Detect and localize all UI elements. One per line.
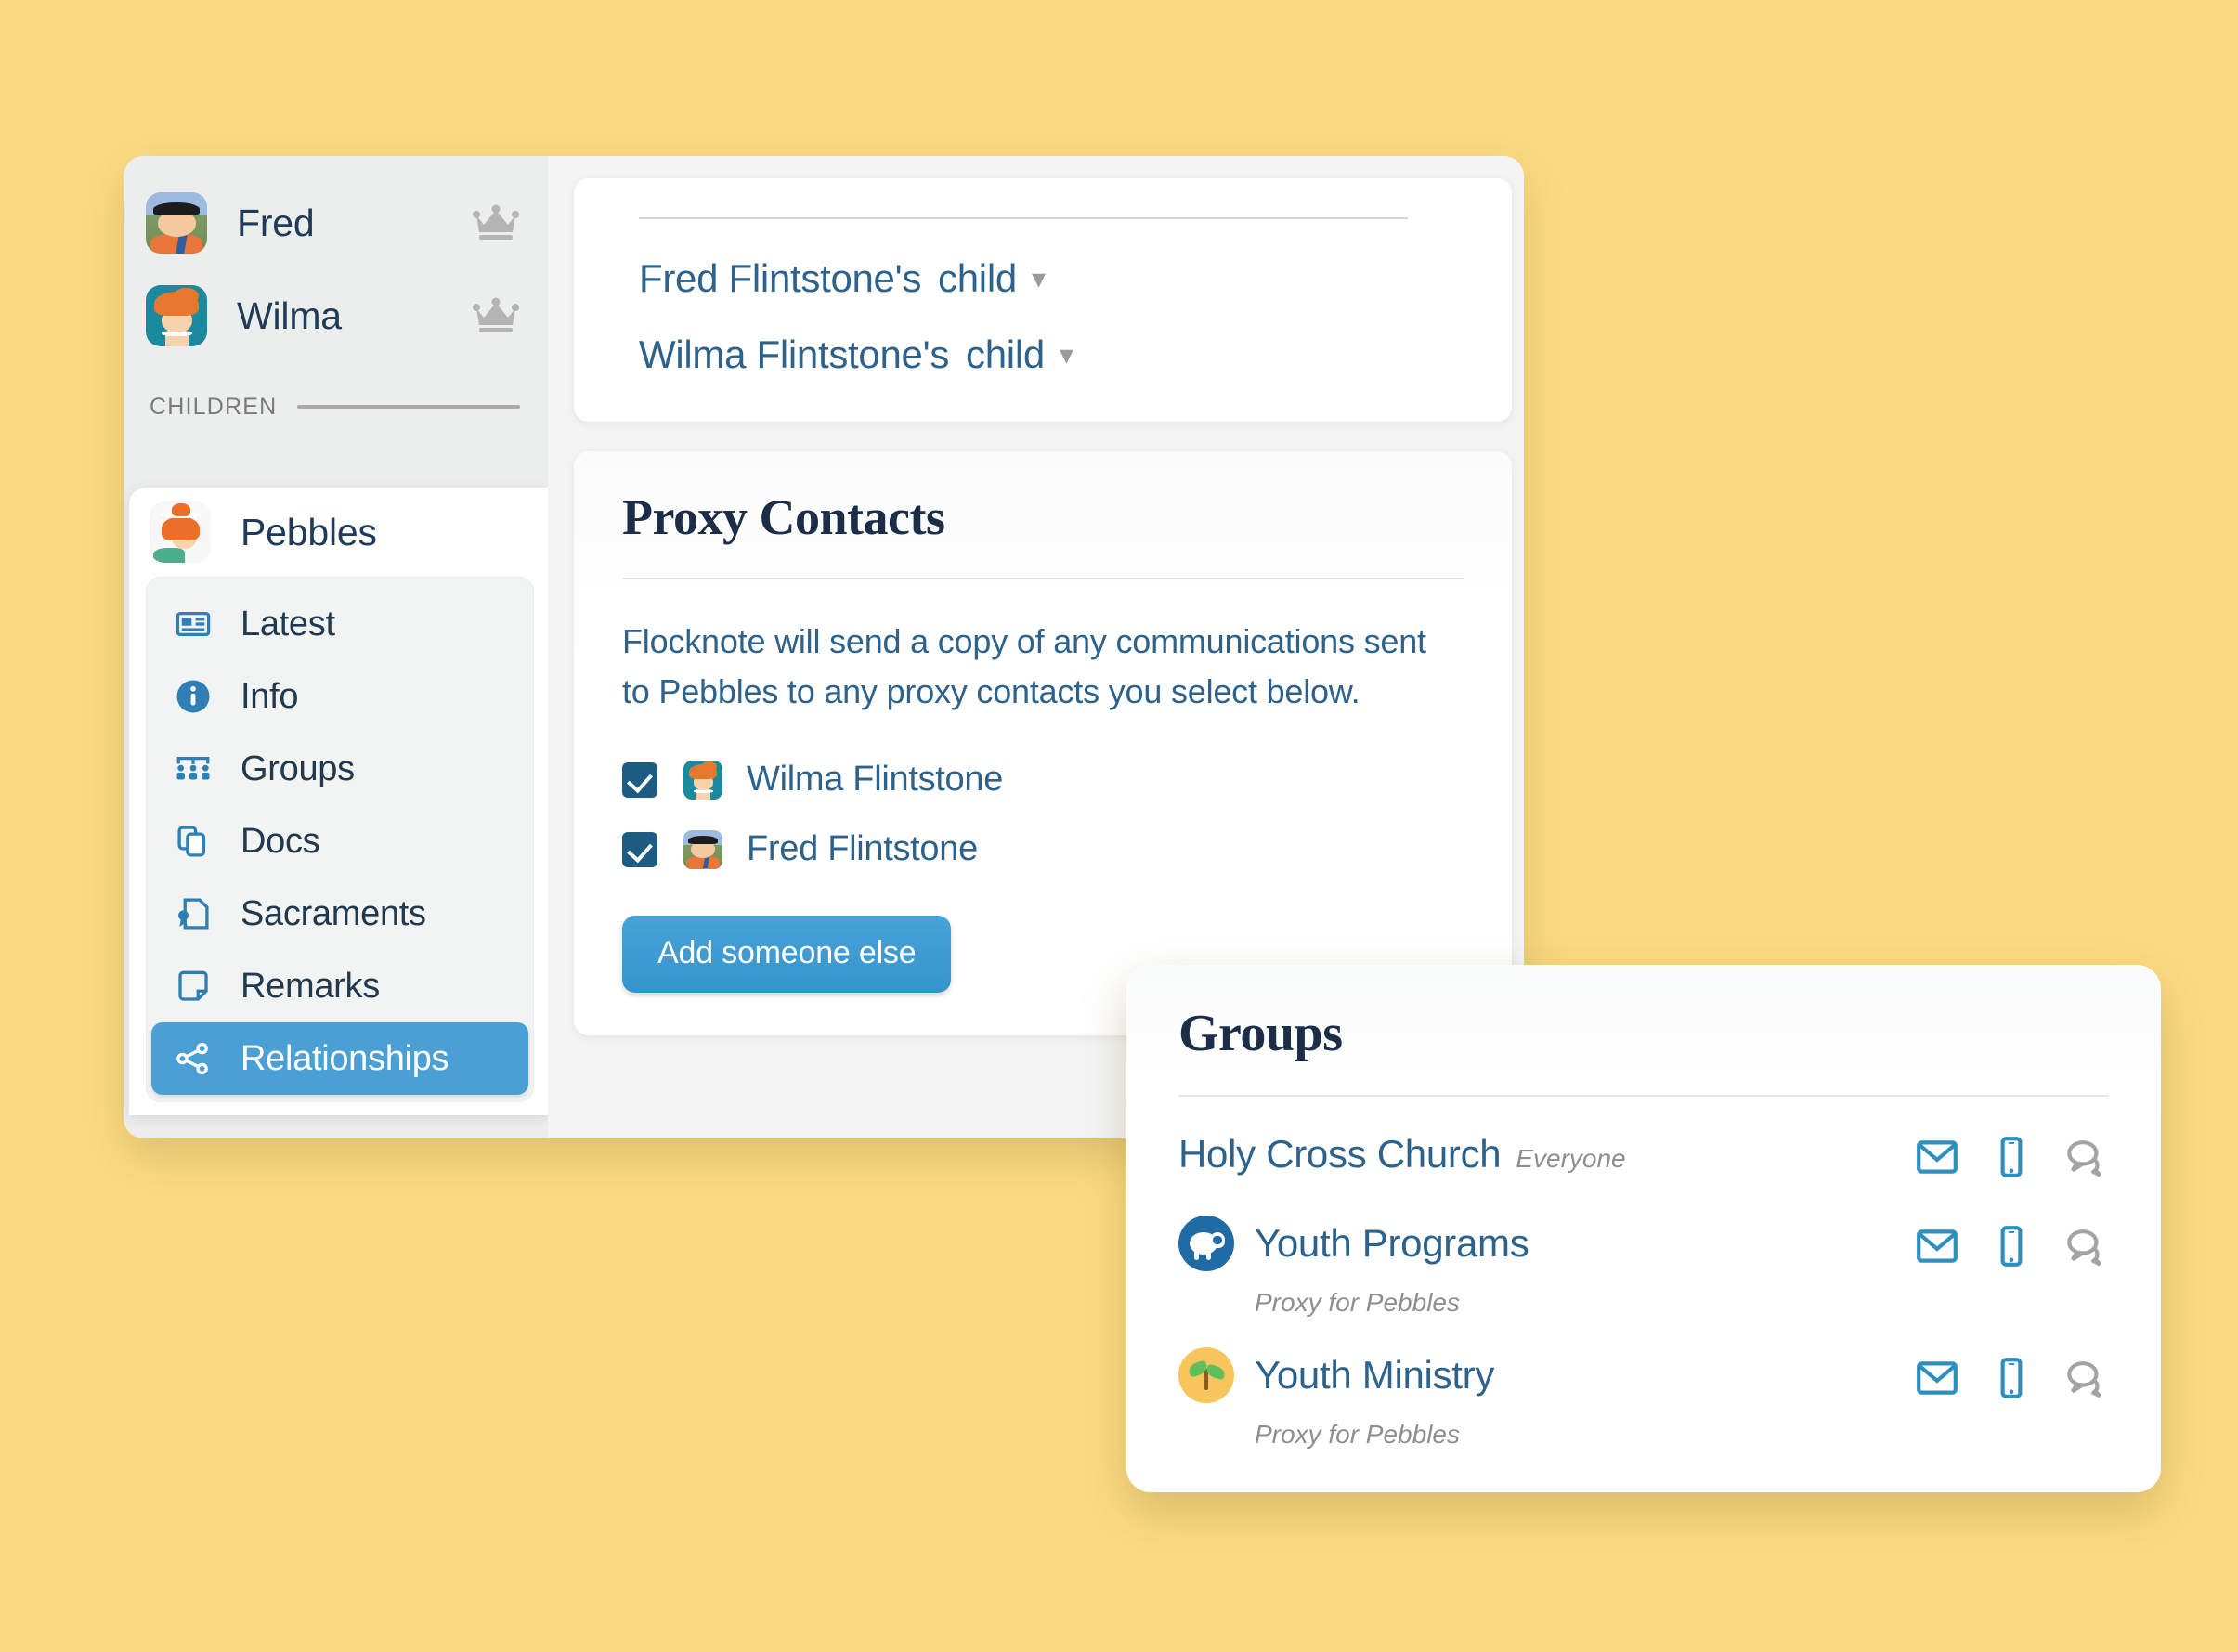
wilma-avatar bbox=[146, 285, 207, 346]
sidebar-item-pebbles[interactable]: Pebbles bbox=[129, 488, 549, 577]
child-name: Pebbles bbox=[241, 510, 377, 553]
sidebar-item-fred[interactable]: Fred bbox=[124, 176, 548, 269]
group-info: Youth Ministry Proxy for Pebbles bbox=[1178, 1347, 1914, 1450]
sidebar-nav: Latest Info Groups Docs Sacraments Remar… bbox=[146, 577, 534, 1102]
group-subtitle: Proxy for Pebbles bbox=[1255, 1288, 1460, 1317]
card-top-rule bbox=[639, 217, 1408, 219]
sidebar-item-label: Sacraments bbox=[241, 893, 426, 933]
chat-bubbles-icon[interactable] bbox=[2062, 1134, 2109, 1180]
mobile-phone-icon[interactable] bbox=[1988, 1134, 2035, 1180]
children-section-divider: CHILDREN bbox=[124, 388, 548, 425]
proxy-checkbox[interactable] bbox=[622, 761, 657, 798]
group-headline: Youth Programs bbox=[1178, 1216, 1914, 1277]
sidebar-item-docs[interactable]: Docs bbox=[151, 805, 528, 878]
chat-bubbles-icon[interactable] bbox=[2062, 1355, 2109, 1401]
sidebar-item-label: Docs bbox=[241, 821, 320, 861]
fred-avatar bbox=[146, 192, 207, 254]
sidebar: Fred Wilma CHILDREN Pebbles Latest Info … bbox=[124, 156, 549, 1138]
relationship-kind: child bbox=[938, 256, 1017, 300]
relationship-kind: child bbox=[966, 332, 1045, 376]
proxy-checkbox[interactable] bbox=[622, 831, 657, 867]
email-icon[interactable] bbox=[1914, 1134, 1960, 1180]
sidebar-item-label: Info bbox=[241, 676, 299, 716]
sidebar-item-latest[interactable]: Latest bbox=[151, 588, 528, 660]
relationship-owner: Wilma Flintstone's bbox=[639, 332, 950, 376]
sidebar-item-wilma[interactable]: Wilma bbox=[124, 269, 548, 362]
group-headline: Youth Ministry bbox=[1178, 1347, 1914, 1409]
group-channels bbox=[1914, 1219, 2109, 1269]
sidebar-item-remarks[interactable]: Remarks bbox=[151, 950, 528, 1022]
group-info: Youth Programs Proxy for Pebbles bbox=[1178, 1216, 1914, 1318]
sidebar-item-label: Relationships bbox=[241, 1038, 449, 1078]
child-card: Pebbles Latest Info Groups Docs Sacramen… bbox=[129, 488, 549, 1115]
newspaper-icon bbox=[172, 603, 215, 645]
relationship-owner: Fred Flintstone's bbox=[639, 256, 922, 300]
sidebar-item-info[interactable]: Info bbox=[151, 660, 528, 733]
crown-icon bbox=[472, 297, 520, 334]
chat-bubbles-icon[interactable] bbox=[2062, 1223, 2109, 1269]
pebbles-avatar bbox=[150, 501, 211, 563]
group-name: Youth Programs bbox=[1255, 1221, 1529, 1265]
group-name: Youth Ministry bbox=[1255, 1353, 1495, 1397]
list-item[interactable]: Fred Flintstone bbox=[622, 829, 1464, 869]
group-channels bbox=[1914, 1130, 2109, 1180]
sidebar-item-label: Remarks bbox=[241, 966, 380, 1006]
email-icon[interactable] bbox=[1914, 1223, 1960, 1269]
relationship-row[interactable]: Fred Flintstone's child ▾ bbox=[639, 256, 1464, 301]
group-subtitle: Proxy for Pebbles bbox=[1255, 1420, 1460, 1449]
chevron-down-icon[interactable]: ▾ bbox=[1032, 263, 1046, 295]
group-row[interactable]: Holy Cross Church Everyone bbox=[1178, 1097, 2109, 1186]
email-icon[interactable] bbox=[1914, 1355, 1960, 1401]
relationship-row[interactable]: Wilma Flintstone's child ▾ bbox=[639, 332, 1464, 377]
group-channels bbox=[1914, 1351, 2109, 1401]
documents-icon bbox=[172, 820, 215, 863]
groups-panel-title: Groups bbox=[1178, 1005, 1343, 1062]
group-row[interactable]: Youth Programs Proxy for Pebbles bbox=[1178, 1186, 2109, 1318]
divider-rule bbox=[297, 405, 520, 409]
proxy-contact-name: Wilma Flintstone bbox=[747, 760, 1004, 799]
sidebar-item-sacraments[interactable]: Sacraments bbox=[151, 878, 528, 950]
info-icon bbox=[172, 675, 215, 718]
mobile-phone-icon[interactable] bbox=[1988, 1355, 2035, 1401]
sidebar-item-groups[interactable]: Groups bbox=[151, 733, 528, 805]
group-headline: Holy Cross Church Everyone bbox=[1178, 1132, 1914, 1177]
group-name: Holy Cross Church bbox=[1178, 1132, 1502, 1176]
group-tag: Everyone bbox=[1516, 1144, 1626, 1173]
group-info: Holy Cross Church Everyone bbox=[1178, 1130, 1914, 1177]
sidebar-item-relationships[interactable]: Relationships bbox=[151, 1022, 528, 1095]
note-icon bbox=[172, 965, 215, 1008]
people-group-icon bbox=[172, 748, 215, 790]
groups-panel: Groups Holy Cross Church Everyone Youth … bbox=[1126, 965, 2161, 1492]
mobile-phone-icon[interactable] bbox=[1988, 1223, 2035, 1269]
certificate-icon bbox=[172, 892, 215, 935]
add-someone-else-button[interactable]: Add someone else bbox=[622, 916, 952, 993]
page-title: Proxy Contacts bbox=[622, 489, 945, 545]
proxy-contacts-list: Wilma Flintstone Fred Flintstone bbox=[622, 760, 1464, 869]
crown-icon bbox=[472, 204, 520, 241]
parent-name: Fred bbox=[237, 201, 315, 244]
children-section-label: CHILDREN bbox=[150, 393, 278, 420]
parent-name: Wilma bbox=[237, 293, 342, 337]
chevron-down-icon[interactable]: ▾ bbox=[1060, 339, 1073, 371]
sidebar-item-label: Groups bbox=[241, 748, 355, 788]
share-nodes-icon bbox=[172, 1037, 215, 1080]
relationships-card: Fred Flintstone's child ▾ Wilma Flintsto… bbox=[574, 178, 1512, 422]
sprout-icon bbox=[1178, 1347, 1234, 1403]
sheep-icon bbox=[1178, 1216, 1234, 1271]
proxy-description: Flocknote will send a copy of any commun… bbox=[622, 622, 1426, 710]
fred-avatar bbox=[683, 829, 722, 869]
title-rule bbox=[622, 578, 1464, 579]
sidebar-item-label: Latest bbox=[241, 604, 335, 644]
list-item[interactable]: Wilma Flintstone bbox=[622, 760, 1464, 800]
wilma-avatar bbox=[683, 760, 722, 800]
group-row[interactable]: Youth Ministry Proxy for Pebbles bbox=[1178, 1318, 2109, 1450]
proxy-contact-name: Fred Flintstone bbox=[747, 829, 978, 868]
proxy-contacts-card: Proxy Contacts Flocknote will send a cop… bbox=[574, 451, 1512, 1035]
